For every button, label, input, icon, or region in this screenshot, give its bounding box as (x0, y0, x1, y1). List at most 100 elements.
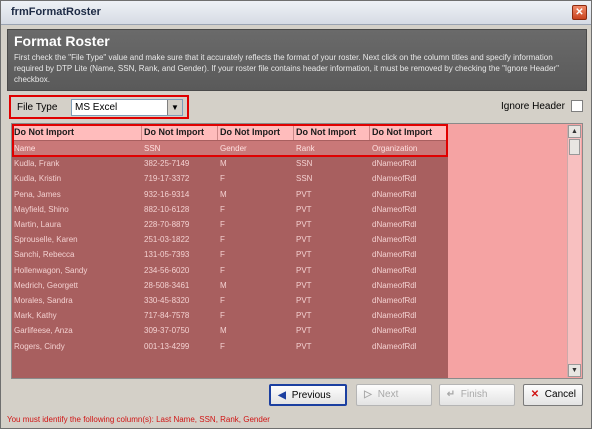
column-header-row: Do Not Import Do Not Import Do Not Impor… (12, 124, 448, 140)
file-type-value: MS Excel (75, 102, 118, 113)
table-cell: Mayfield, Shino (14, 204, 69, 214)
table-cell: M (220, 159, 227, 169)
format-roster-window: frmFormatRoster ✕ Format Roster First ch… (0, 0, 592, 429)
table-cell: PVT (296, 280, 312, 290)
table-cell: dNameofRdl (372, 174, 417, 184)
column-header[interactable]: Do Not Import (142, 124, 218, 140)
table-row: Garlifeese, Anza 309-37-0750 M PVT dNameofRd… (12, 323, 448, 338)
column-header[interactable]: Do Not Import (294, 124, 370, 140)
previous-label: Previous (291, 390, 331, 401)
finish-button[interactable]: ↵ Finish (439, 384, 515, 406)
arrow-right-icon: ▷ (364, 389, 372, 400)
cancel-label: Cancel (544, 389, 576, 400)
table-cell: PVT (296, 204, 312, 214)
table-cell: M (220, 189, 227, 199)
table-cell: PVT (296, 311, 312, 321)
column-header[interactable]: Do Not Import (12, 124, 142, 140)
table-row: Mayfield, Shino 882-10-6128 F PVT dNameofRdl (12, 202, 448, 217)
table-row: Kudla, Kristin 719-17-3372 F SSN dNameofRdl (12, 171, 448, 186)
table-cell: 309-37-0750 (144, 326, 190, 336)
roster-grid: Do Not Import Do Not Import Do Not Impor… (11, 123, 583, 379)
table-cell: F (220, 204, 225, 214)
table-cell: PVT (296, 189, 312, 199)
table-row: Sanchi, Rebecca 131-05-7393 F PVT dNameofRdl (12, 247, 448, 262)
scroll-up-icon[interactable]: ▲ (568, 125, 581, 138)
table-cell: 228-70-8879 (144, 220, 190, 229)
table-row: Hollenwagon, Sandy 234-56-6020 F PVT dNameof… (12, 263, 448, 278)
table-cell: 001-13-4299 (144, 341, 190, 351)
table-cell: 932-16-9314 (144, 189, 190, 199)
table-cell: Mark, Kathy (14, 311, 57, 321)
ignore-header-label: Ignore Header (501, 101, 565, 112)
status-message: You must identify the following column(s… (7, 415, 270, 424)
table-cell: dNameofRdl (372, 296, 417, 305)
table-row: Pena, James 932-16-9314 M PVT dNameofRdl (12, 187, 448, 202)
file-type-select[interactable]: MS Excel ▼ (71, 99, 183, 116)
table-cell: 330-45-8320 (144, 296, 190, 305)
table-cell: SSN (144, 144, 161, 153)
table-cell: F (220, 265, 225, 275)
table-cell: F (220, 341, 225, 351)
table-cell: dNameofRdl (372, 326, 417, 336)
cancel-icon: ✕ (530, 389, 540, 400)
scroll-thumb[interactable] (569, 139, 580, 155)
table-row: Morales, Sandra 330-45-8320 F PVT dNameofRdl (12, 293, 448, 308)
scroll-down-icon[interactable]: ▼ (568, 364, 581, 377)
close-icon[interactable]: ✕ (572, 5, 587, 20)
table-cell: PVT (296, 341, 312, 351)
arrow-left-icon: ◀ (278, 390, 286, 401)
table-cell: PVT (296, 235, 312, 245)
file-type-label: File Type (17, 102, 58, 113)
table-cell: Rogers, Cindy (14, 341, 65, 351)
table-cell: F (220, 311, 225, 321)
table-row: Medrich, Georgett 28-508-3461 M PVT dNameofR… (12, 278, 448, 293)
finish-icon: ↵ (446, 389, 456, 400)
table-row: Kudla, Frank 382-25-7149 M SSN dNameofRdl (12, 156, 448, 171)
table-cell: 882-10-6128 (144, 204, 190, 214)
table-cell: 719-17-3372 (144, 174, 190, 184)
table-cell: F (220, 235, 225, 245)
table-cell: Sanchi, Rebecca (14, 250, 75, 260)
table-cell: SSN (296, 174, 313, 184)
table-row: Mark, Kathy 717-84-7578 F PVT dNameofRdl (12, 308, 448, 323)
chevron-down-icon[interactable]: ▼ (167, 100, 182, 115)
table-cell: dNameofRdl (372, 280, 417, 290)
table-cell: 382-25-7149 (144, 159, 190, 169)
instructions-text: First check the "File Type" value and ma… (14, 53, 559, 84)
table-cell: F (220, 250, 225, 260)
table-cell: dNameofRdl (372, 250, 417, 260)
table-cell: dNameofRdl (372, 159, 417, 169)
cancel-button[interactable]: ✕ Cancel (523, 384, 583, 406)
file-type-group: File Type MS Excel ▼ (9, 95, 189, 119)
table-row: Sprouselle, Karen 251-03-1822 F PVT dNameofR… (12, 232, 448, 247)
table-cell: M (220, 280, 227, 290)
vertical-scrollbar[interactable]: ▲ ▼ (567, 125, 581, 377)
next-button[interactable]: ▷ Next (356, 384, 432, 406)
table-cell: Rank (296, 144, 315, 153)
title-bar: frmFormatRoster ✕ (1, 1, 591, 25)
table-cell: F (220, 220, 225, 229)
table-cell: F (220, 296, 225, 305)
table-cell: SSN (296, 159, 313, 169)
table-cell: dNameofRdl (372, 235, 417, 245)
column-header[interactable]: Do Not Import (370, 124, 448, 140)
previous-button[interactable]: ◀ Previous (269, 384, 347, 406)
table-cell: PVT (296, 265, 312, 275)
table-cell: Organization (372, 144, 418, 153)
table-cell: dNameofRdl (372, 204, 417, 214)
table-cell: Name (14, 144, 36, 153)
finish-label: Finish (460, 389, 488, 400)
ignore-header-checkbox[interactable] (571, 100, 583, 112)
table-row: Rogers, Cindy 001-13-4299 F PVT dNameofRdl (12, 339, 448, 354)
table-cell: Kudla, Kristin (14, 174, 62, 184)
next-label: Next (377, 389, 399, 400)
roster-table: Do Not Import Do Not Import Do Not Impor… (12, 124, 448, 378)
table-cell: M (220, 326, 227, 336)
table-cell: F (220, 174, 225, 184)
table-cell: dNameofRdl (372, 220, 417, 229)
table-cell: Martin, Laura (14, 220, 62, 229)
column-header[interactable]: Do Not Import (218, 124, 294, 140)
table-cell: 28-508-3461 (144, 280, 190, 290)
table-row: Martin, Laura 228-70-8879 F PVT dNameofRdl (12, 217, 448, 232)
table-cell: Sprouselle, Karen (14, 235, 78, 245)
